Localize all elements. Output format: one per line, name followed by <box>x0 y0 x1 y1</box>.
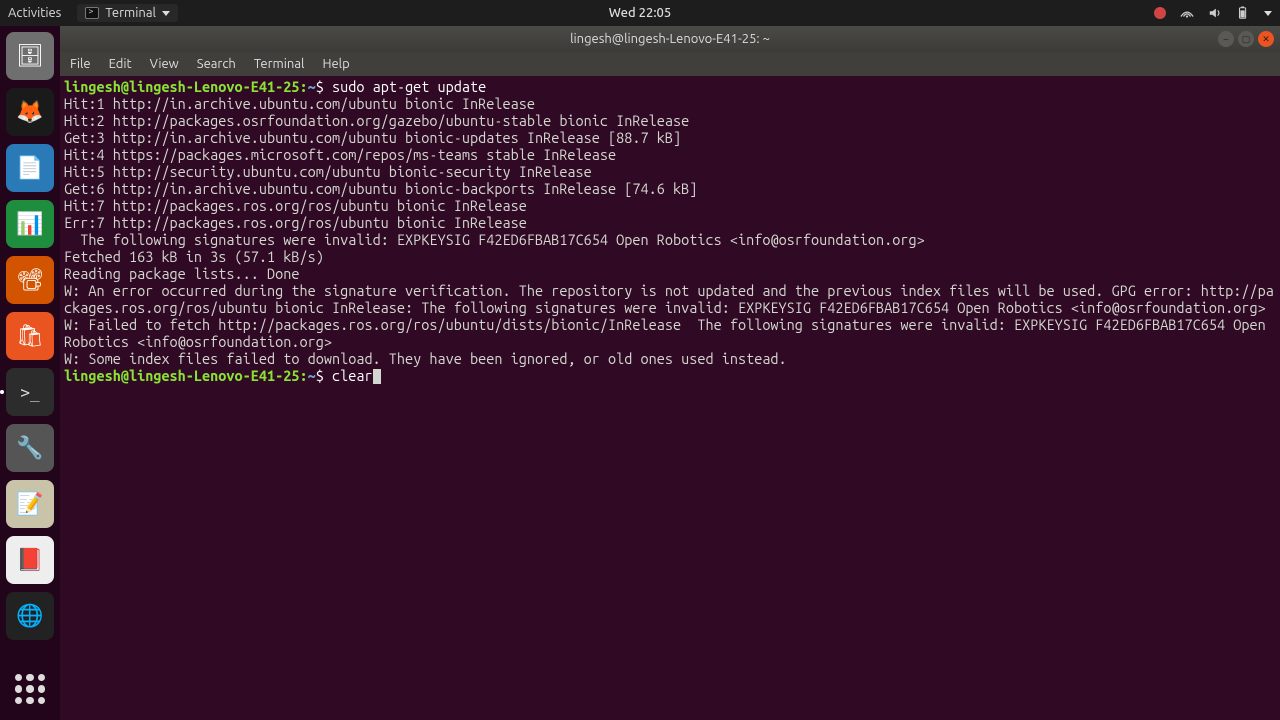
terminal-output-line: W: Some index files failed to download. … <box>64 350 1276 367</box>
close-button[interactable]: ✕ <box>1258 31 1274 47</box>
terminal-output-line: Hit:5 http://security.ubuntu.com/ubuntu … <box>64 163 1276 180</box>
terminal-output-line: Reading package lists... Done <box>64 265 1276 282</box>
menubar: File Edit View Search Terminal Help <box>60 52 1280 76</box>
clock[interactable]: Wed 22:05 <box>609 6 671 20</box>
window-title: lingesh@lingesh-Lenovo-E41-25: ~ <box>570 32 770 46</box>
menu-terminal[interactable]: Terminal <box>254 57 305 71</box>
maximize-button[interactable]: ▢ <box>1238 31 1254 47</box>
menu-file[interactable]: File <box>70 57 91 71</box>
volume-icon[interactable] <box>1208 6 1222 20</box>
terminal-icon[interactable]: >_ <box>6 368 54 416</box>
terminal-output-line: W: Failed to fetch http://packages.ros.o… <box>64 316 1276 350</box>
terminal-body[interactable]: lingesh@lingesh-Lenovo-E41-25:~$ sudo ap… <box>60 76 1280 720</box>
show-applications-icon[interactable] <box>15 674 45 704</box>
terminal-output-line: Err:7 http://packages.ros.org/ros/ubuntu… <box>64 214 1276 231</box>
window-titlebar[interactable]: lingesh@lingesh-Lenovo-E41-25: ~ – ▢ ✕ <box>60 26 1280 52</box>
network-icon[interactable] <box>1180 6 1194 20</box>
menu-edit[interactable]: Edit <box>109 57 132 71</box>
chevron-down-icon <box>162 11 170 16</box>
terminal-output-line: Hit:7 http://packages.ros.org/ros/ubuntu… <box>64 197 1276 214</box>
activities-button[interactable]: Activities <box>8 6 61 20</box>
app-menu-label: Terminal <box>105 6 156 20</box>
terminal-output-line: Hit:4 https://packages.microsoft.com/rep… <box>64 146 1276 163</box>
menu-view[interactable]: View <box>150 57 179 71</box>
impress-icon[interactable]: 📽 <box>6 256 54 304</box>
terminal-output-line: Get:6 http://in.archive.ubuntu.com/ubunt… <box>64 180 1276 197</box>
system-menu-icon[interactable] <box>1264 11 1272 16</box>
terminal-output-line: W: An error occurred during the signatur… <box>64 282 1276 316</box>
terminal-mini-icon <box>85 7 99 19</box>
terminal-output-line: Hit:1 http://in.archive.ubuntu.com/ubunt… <box>64 95 1276 112</box>
terminal-output-line: Hit:2 http://packages.osrfoundation.org/… <box>64 112 1276 129</box>
browser-icon[interactable]: 🌐 <box>6 592 54 640</box>
firefox-icon[interactable]: 🦊 <box>6 88 54 136</box>
writer-icon[interactable]: 📄 <box>6 144 54 192</box>
launcher: 🗄 🦊 📄 📊 📽 🛍 >_ 🔧 📝 📕 🌐 <box>0 26 60 720</box>
settings-icon[interactable]: 🔧 <box>6 424 54 472</box>
top-bar: Activities Terminal Wed 22:05 <box>0 0 1280 26</box>
minimize-button[interactable]: – <box>1218 31 1234 47</box>
software-icon[interactable]: 🛍 <box>6 312 54 360</box>
text-editor-icon[interactable]: 📝 <box>6 480 54 528</box>
menu-search[interactable]: Search <box>197 57 236 71</box>
terminal-output-line: The following signatures were invalid: E… <box>64 231 1276 248</box>
screen-record-icon[interactable] <box>1154 7 1166 19</box>
menu-help[interactable]: Help <box>322 57 349 71</box>
app-menu[interactable]: Terminal <box>77 4 178 22</box>
calc-icon[interactable]: 📊 <box>6 200 54 248</box>
terminal-output-line: Get:3 http://in.archive.ubuntu.com/ubunt… <box>64 129 1276 146</box>
files-icon[interactable]: 🗄 <box>6 32 54 80</box>
terminal-output-line: Fetched 163 kB in 3s (57.1 kB/s) <box>64 248 1276 265</box>
battery-icon[interactable] <box>1236 6 1250 20</box>
document-viewer-icon[interactable]: 📕 <box>6 536 54 584</box>
terminal-window: lingesh@lingesh-Lenovo-E41-25: ~ – ▢ ✕ F… <box>60 26 1280 720</box>
cursor <box>373 369 381 384</box>
